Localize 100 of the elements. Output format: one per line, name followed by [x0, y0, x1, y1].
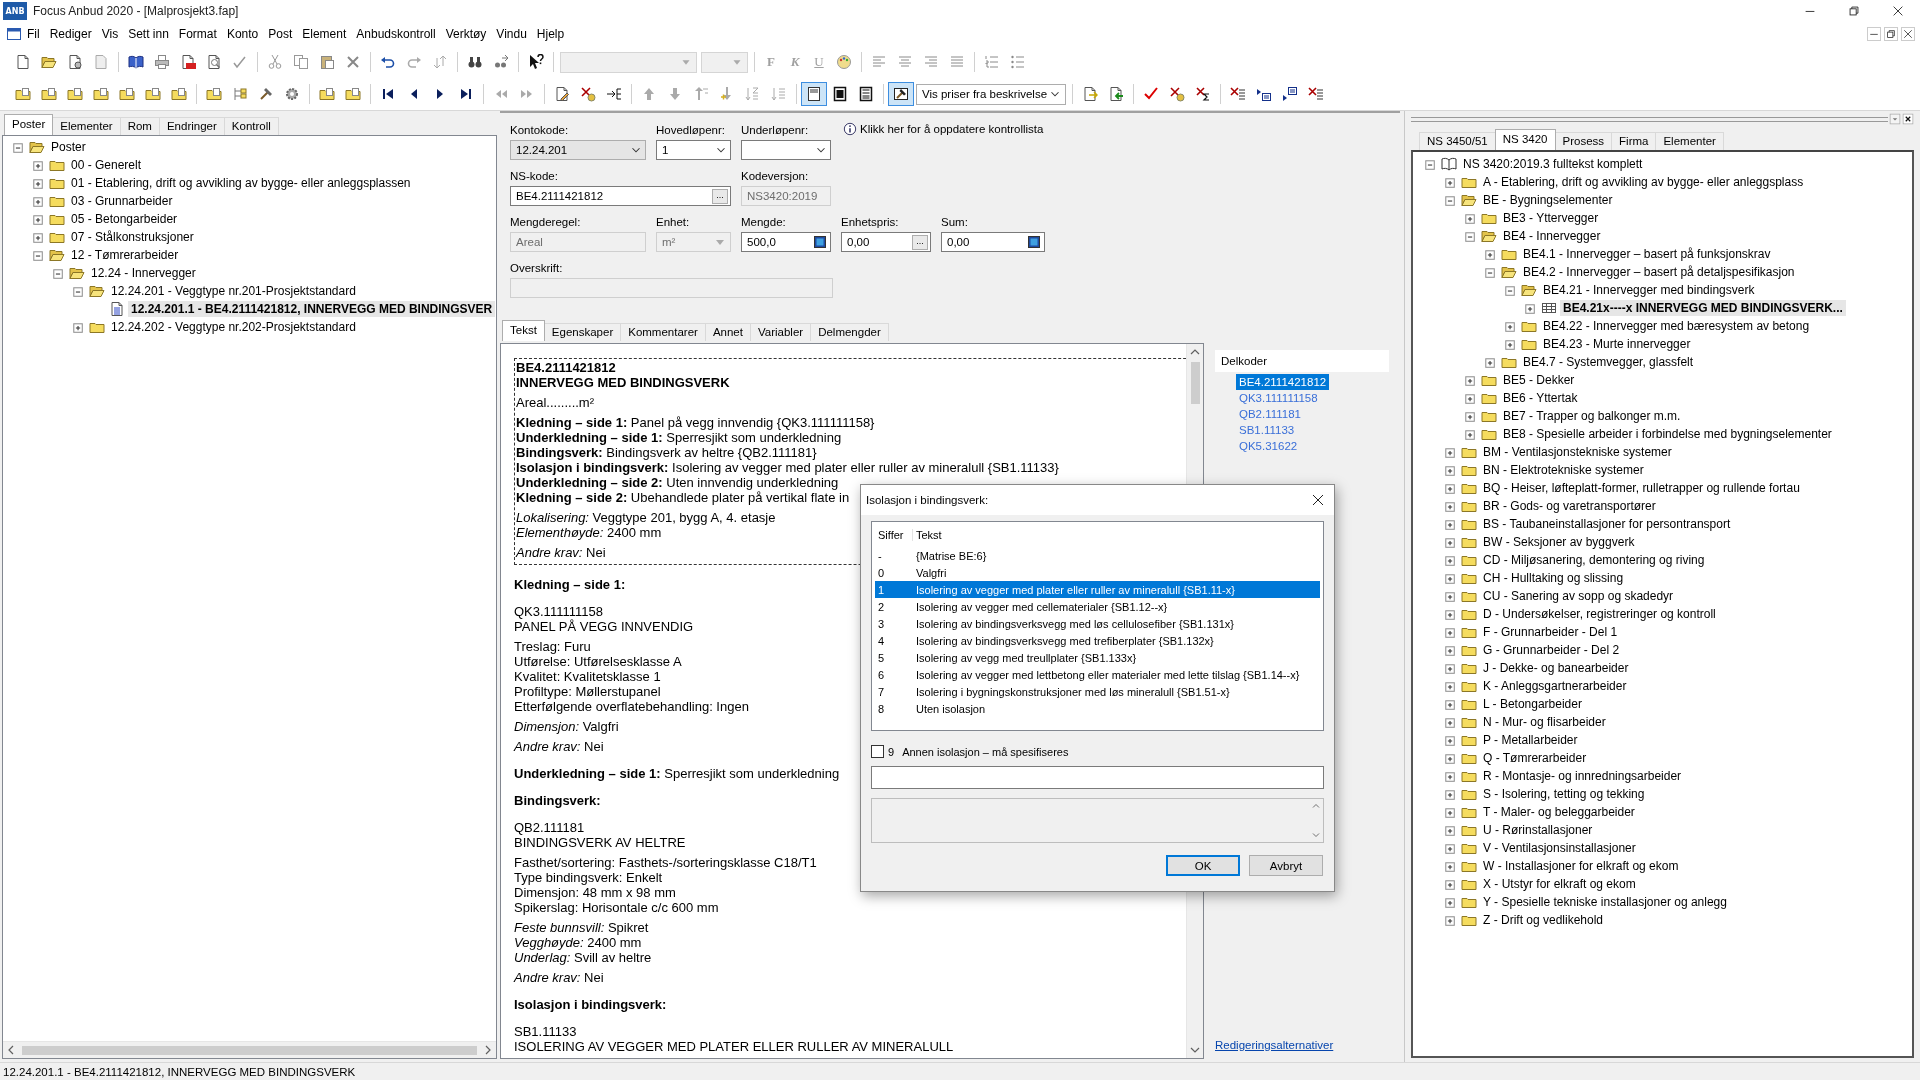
tree-item[interactable]: 12.24.202 - Veggtype nr.202-Prosjektstandard	[108, 319, 359, 335]
tree-item[interactable]: W - Installasjoner for elkraft og ekom	[1480, 858, 1682, 874]
tree-item[interactable]: J - Dekke- og banearbeider	[1480, 660, 1632, 676]
document-gear-icon[interactable]	[67, 54, 83, 70]
folder-document-icon[interactable]	[119, 86, 135, 102]
menu-item[interactable]: Vindu	[491, 25, 532, 43]
menu-item[interactable]: Verktøy	[440, 25, 492, 43]
tab[interactable]: Tekst	[502, 320, 545, 341]
last-icon[interactable]	[458, 86, 474, 102]
redo-icon[interactable]	[406, 54, 422, 70]
cross-coins-icon[interactable]	[580, 86, 596, 102]
bulleted-list-icon[interactable]	[1010, 54, 1026, 70]
folder-document-icon[interactable]	[93, 86, 109, 102]
tree-item[interactable]: 12.24 - Innervegger	[88, 265, 199, 281]
tree-item[interactable]: Z - Drift og vedlikehold	[1480, 912, 1607, 928]
browse-button[interactable]: ...	[912, 234, 928, 250]
tree-item[interactable]: U - Rørinstallasjoner	[1480, 822, 1596, 838]
tab[interactable]: Delmengder	[810, 323, 889, 341]
number-field[interactable]: 0,00	[941, 232, 1045, 252]
tree-item[interactable]: BE5 - Dekker	[1500, 372, 1578, 388]
tree-item[interactable]: D - Undersøkelser, registreringer og kontroll	[1480, 606, 1719, 622]
tree-item[interactable]: BE4.22 - Innervegger med bæresystem av betong	[1540, 318, 1813, 334]
tree-item[interactable]: 07 - Stålkonstruksjoner	[68, 229, 197, 245]
numbered-list-icon[interactable]	[984, 54, 1000, 70]
tab[interactable]: Kontroll	[223, 117, 279, 135]
scrollbar[interactable]	[3, 1041, 496, 1058]
folder-document-icon[interactable]	[41, 86, 57, 102]
folder-document-icon[interactable]	[15, 86, 31, 102]
tab[interactable]: NS 3450/51	[1419, 132, 1496, 150]
document-icon[interactable]	[15, 54, 31, 70]
calculator-icon[interactable]	[812, 234, 828, 250]
checkmark-icon[interactable]	[1143, 86, 1159, 102]
link[interactable]: Redigeringsalternativer	[1215, 1039, 1397, 1051]
arrow-up-bar-icon[interactable]	[693, 86, 709, 102]
list-row[interactable]: 4 Isolering av bindingsverksvegg med trefiberplater {SB1.132x}	[875, 632, 1320, 649]
gear-icon[interactable]	[284, 86, 300, 102]
tree-item[interactable]: X - Utstyr for elkraft og ekom	[1480, 876, 1639, 892]
tree-item[interactable]: 03 - Grunnarbeider	[68, 193, 176, 209]
menu-item[interactable]: Fil	[22, 25, 45, 43]
tree-item[interactable]: 12.24.201.1 - BE4.2111421812, INNERVEGG MED BINDINGSVER	[128, 301, 496, 317]
list-row[interactable]: 0 Valgfri	[875, 564, 1320, 581]
menu-item[interactable]: Post	[263, 25, 298, 43]
tree-item[interactable]: V - Ventilasjonsinstallasjoner	[1480, 840, 1639, 856]
cross-icon[interactable]	[345, 54, 361, 70]
tree-item[interactable]: BE - Bygningselementer	[1480, 192, 1616, 208]
tree-item[interactable]: BE4 - Innervegger	[1500, 228, 1604, 244]
restore-icon[interactable]	[1884, 27, 1898, 41]
tree-item[interactable]: BS - Taubaneinstallasjoner for persontransport	[1480, 516, 1734, 532]
menu-item[interactable]: Element	[297, 25, 352, 43]
folder-document-icon[interactable]	[206, 86, 222, 102]
tree-item[interactable]: 01 - Etablering, drift og avvikling av bygge- eller anleggsplassen	[68, 175, 414, 191]
menu-item[interactable]: Sett inn	[123, 25, 174, 43]
list-row[interactable]: 7 Isolering i bygningskonstruksjoner med løs mineralull {SB1.51-x}	[875, 683, 1320, 700]
dialog-button[interactable]: Avbryt	[1249, 855, 1323, 876]
tab[interactable]: Endringer	[158, 117, 225, 135]
tree-item[interactable]: BQ - Heiser, løfteplatt-former, rulletrapper og rullende fortau	[1480, 480, 1803, 496]
printer-icon[interactable]	[154, 54, 170, 70]
list-row[interactable]: 8 Uten isolasjon	[875, 700, 1320, 717]
document-import-icon[interactable]	[1108, 86, 1124, 102]
tree-item[interactable]: BE8 - Spesielle arbeider i forbindelse med bygningselementer	[1500, 426, 1835, 442]
help-pointer-icon[interactable]	[528, 54, 544, 70]
tree-item[interactable]: L - Betongarbeider	[1480, 696, 1585, 712]
sort-numbers-icon[interactable]	[745, 86, 761, 102]
tree-item[interactable]: BE3 - Yttervegger	[1500, 210, 1602, 226]
dropdown[interactable]: 1	[656, 140, 731, 160]
text-field[interactable]: 0,00 ...	[841, 232, 931, 252]
cross-coins-icon[interactable]	[1169, 86, 1185, 102]
dropdown[interactable]: 12.24.201	[510, 140, 646, 160]
list-item[interactable]: QB2.111181	[1236, 406, 1305, 422]
tree-item[interactable]: NS 3420:2019.3 fulltekst komplett	[1460, 156, 1646, 172]
tree-item[interactable]: N - Mur- og flisarbeider	[1480, 714, 1609, 730]
tree-item[interactable]: Q - Tømrerarbeider	[1480, 750, 1590, 766]
list-item[interactable]: SB1.11133	[1236, 422, 1298, 438]
indent-arrow-icon[interactable]	[606, 86, 622, 102]
scrollbar-thumb[interactable]	[22, 1045, 477, 1055]
list-row[interactable]: 2 Isolering av vegger med cellematerialer {SB1.12--x}	[875, 598, 1320, 615]
tab[interactable]: Poster	[4, 114, 54, 135]
arrow-up-icon[interactable]	[641, 86, 657, 102]
binoculars-icon[interactable]	[467, 54, 483, 70]
folder-document-icon[interactable]	[67, 86, 83, 102]
folder-document-icon[interactable]	[145, 86, 161, 102]
dialog-button[interactable]: OK	[1166, 855, 1240, 876]
align-center-icon[interactable]	[897, 54, 913, 70]
tree-item[interactable]: A - Etablering, drift og avvikling av bygge- eller anleggsplass	[1480, 174, 1807, 190]
tree-item[interactable]: BW - Seksjoner av byggverk	[1480, 534, 1638, 550]
list-item[interactable]: QK5.31622	[1236, 438, 1301, 454]
tree-item[interactable]: BE4.21 - Innervegger med bindingsverk	[1540, 282, 1758, 298]
pdf-document-icon[interactable]	[180, 54, 196, 70]
close-icon[interactable]	[1310, 492, 1326, 508]
document-window-icon[interactable]	[6, 26, 22, 42]
list-row[interactable]: 5 Isolering av vegg med treullplater {SB1.133x}	[875, 649, 1320, 666]
swap-arrows-icon[interactable]	[432, 54, 448, 70]
first-icon[interactable]	[380, 86, 396, 102]
arrow-list-icon[interactable]	[1282, 86, 1298, 102]
menu-item[interactable]: Hjelp	[531, 25, 570, 43]
tree-item[interactable]: BE4.1 - Innervegger – basert på funksjonskrav	[1520, 246, 1774, 262]
tree-item[interactable]: 12.24.201 - Veggtype nr.201-Prosjektstandard	[108, 283, 359, 299]
tree-item[interactable]: K - Anleggsgartnerarbeider	[1480, 678, 1630, 694]
cross-list-icon[interactable]	[1308, 86, 1324, 102]
tab[interactable]: NS 3420	[1494, 129, 1556, 150]
